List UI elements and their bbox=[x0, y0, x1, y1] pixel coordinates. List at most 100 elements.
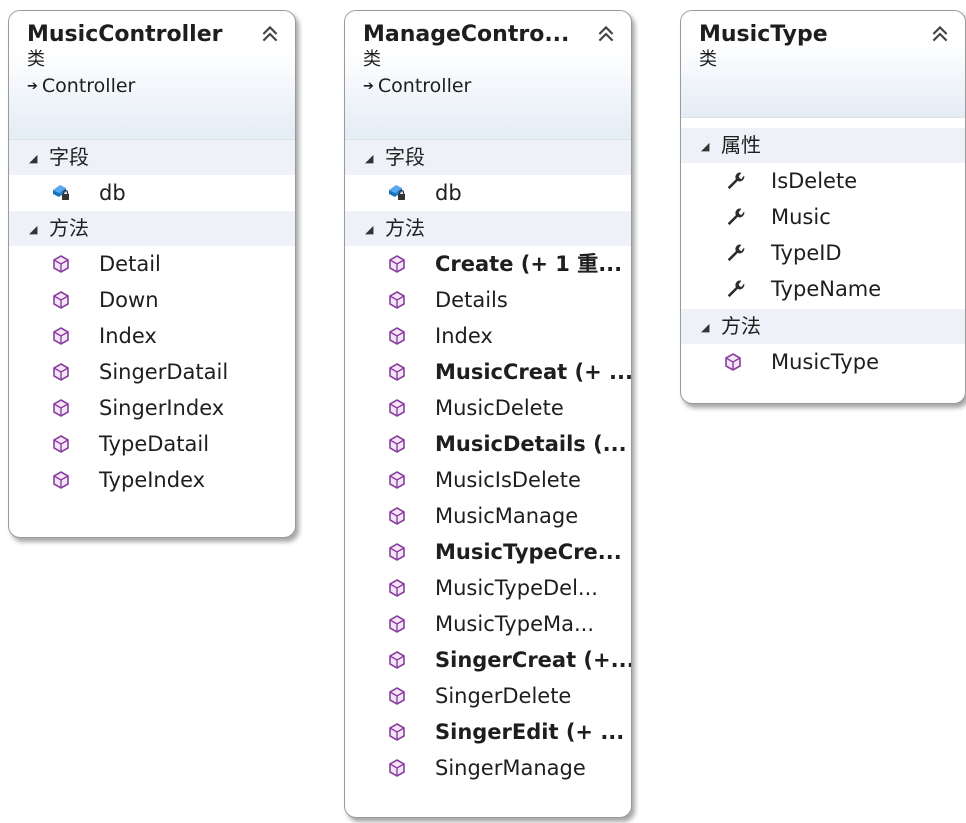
method-item[interactable]: MusicIsDelete bbox=[345, 462, 631, 498]
method-label: MusicDetails (... bbox=[435, 432, 627, 456]
method-item[interactable]: MusicCreat (+ ... bbox=[345, 354, 631, 390]
method-item[interactable]: Details bbox=[345, 282, 631, 318]
method-label: SingerEdit (+ ... bbox=[435, 720, 625, 744]
wrench-property-icon bbox=[727, 244, 745, 262]
method-item[interactable]: MusicDetails (... bbox=[345, 426, 631, 462]
method-list: Create (+ 1 重... Details Index MusicCreat (… bbox=[345, 246, 631, 786]
method-cube-icon bbox=[53, 471, 69, 489]
method-cube-icon bbox=[53, 291, 69, 309]
fields-section-header[interactable]: ◢ 字段 bbox=[9, 140, 295, 175]
property-item[interactable]: TypeID bbox=[681, 235, 965, 271]
method-cube-icon bbox=[389, 543, 405, 561]
method-cube-icon bbox=[389, 255, 405, 273]
field-item[interactable]: db bbox=[9, 175, 295, 211]
class-name: MusicController bbox=[27, 22, 223, 47]
field-item[interactable]: db bbox=[345, 175, 631, 211]
method-item[interactable]: TypeIndex bbox=[9, 462, 295, 498]
private-field-icon bbox=[53, 185, 69, 200]
method-item[interactable]: MusicType bbox=[681, 344, 965, 380]
method-item[interactable]: MusicDelete bbox=[345, 390, 631, 426]
property-label: IsDelete bbox=[771, 169, 858, 193]
method-cube-icon bbox=[389, 651, 405, 669]
method-cube-icon bbox=[53, 399, 69, 417]
inheritance-arrow-icon: ➔ bbox=[363, 79, 374, 94]
private-field-icon bbox=[389, 185, 405, 200]
expanded-triangle-icon[interactable]: ◢ bbox=[701, 129, 721, 164]
section-title: 字段 bbox=[49, 145, 89, 169]
method-label: Down bbox=[99, 288, 159, 312]
method-label: SingerDatail bbox=[99, 360, 229, 384]
method-label: Details bbox=[435, 288, 508, 312]
method-item[interactable]: Index bbox=[345, 318, 631, 354]
section-title: 方法 bbox=[721, 314, 761, 338]
property-item[interactable]: TypeName bbox=[681, 271, 965, 307]
base-class: ➔ Controller bbox=[27, 71, 295, 102]
double-chevron-up-icon[interactable] bbox=[929, 23, 951, 45]
method-item[interactable]: SingerEdit (+ ... bbox=[345, 714, 631, 750]
method-item[interactable]: SingerIndex bbox=[9, 390, 295, 426]
method-item[interactable]: SingerDelete bbox=[345, 678, 631, 714]
method-cube-icon bbox=[53, 327, 69, 345]
method-label: MusicType bbox=[771, 350, 879, 374]
method-item[interactable]: MusicTypeCre... bbox=[345, 534, 631, 570]
method-label: MusicTypeCre... bbox=[435, 540, 622, 564]
property-item[interactable]: IsDelete bbox=[681, 163, 965, 199]
method-cube-icon bbox=[389, 435, 405, 453]
method-cube-icon bbox=[389, 471, 405, 489]
class-card-musictype[interactable]: MusicType 类 ◢ 属性 IsDelete Music TypeID TypeN… bbox=[680, 10, 966, 404]
property-item[interactable]: Music bbox=[681, 199, 965, 235]
class-name: ManageContro... bbox=[363, 22, 570, 47]
method-item[interactable]: MusicTypeMa... bbox=[345, 606, 631, 642]
method-item[interactable]: SingerManage bbox=[345, 750, 631, 786]
method-cube-icon bbox=[389, 759, 405, 777]
method-cube-icon bbox=[389, 363, 405, 381]
class-kind-label: 类 bbox=[363, 49, 381, 70]
expanded-triangle-icon[interactable]: ◢ bbox=[701, 310, 721, 345]
expanded-triangle-icon[interactable]: ◢ bbox=[29, 212, 49, 247]
expanded-triangle-icon[interactable]: ◢ bbox=[29, 141, 49, 176]
methods-section-header[interactable]: ◢ 方法 bbox=[9, 211, 295, 246]
method-cube-icon bbox=[53, 435, 69, 453]
base-class-name: Controller bbox=[41, 75, 136, 97]
method-item[interactable]: TypeDatail bbox=[9, 426, 295, 462]
method-label: TypeIndex bbox=[99, 468, 206, 492]
method-item[interactable]: SingerCreat (+... bbox=[345, 642, 631, 678]
section-title: 方法 bbox=[49, 216, 89, 240]
method-item[interactable]: Create (+ 1 重... bbox=[345, 246, 631, 282]
properties-section-header[interactable]: ◢ 属性 bbox=[681, 128, 965, 163]
method-item[interactable]: MusicManage bbox=[345, 498, 631, 534]
section-title: 方法 bbox=[385, 216, 425, 240]
section-title: 字段 bbox=[385, 145, 425, 169]
method-item[interactable]: SingerDatail bbox=[9, 354, 295, 390]
method-item[interactable]: Index bbox=[9, 318, 295, 354]
method-label: MusicIsDelete bbox=[435, 468, 581, 492]
class-card-managecontroller[interactable]: ManageContro... 类 ➔ Controller ◢ 字段 db ◢ 方法… bbox=[344, 10, 632, 818]
methods-section-header[interactable]: ◢ 方法 bbox=[681, 309, 965, 344]
method-item[interactable]: Detail bbox=[9, 246, 295, 282]
method-item[interactable]: Down bbox=[9, 282, 295, 318]
method-label: Detail bbox=[99, 252, 161, 276]
fields-section-header[interactable]: ◢ 字段 bbox=[345, 140, 631, 175]
method-cube-icon bbox=[389, 327, 405, 345]
method-list: Detail Down Index SingerDatail SingerIndex Ty… bbox=[9, 246, 295, 498]
expanded-triangle-icon[interactable]: ◢ bbox=[365, 141, 385, 176]
method-item[interactable]: MusicTypeDel... bbox=[345, 570, 631, 606]
wrench-property-icon bbox=[727, 280, 745, 298]
expanded-triangle-icon[interactable]: ◢ bbox=[365, 212, 385, 247]
property-label: TypeID bbox=[771, 241, 842, 265]
class-header[interactable]: MusicController 类 ➔ Controller bbox=[9, 11, 295, 140]
property-list: IsDelete Music TypeID TypeName bbox=[681, 163, 965, 307]
double-chevron-up-icon[interactable] bbox=[259, 23, 281, 45]
double-chevron-up-icon[interactable] bbox=[595, 23, 617, 45]
method-cube-icon bbox=[389, 579, 405, 597]
class-name: MusicType bbox=[699, 22, 828, 47]
property-label: TypeName bbox=[771, 277, 882, 301]
class-card-musiccontroller[interactable]: MusicController 类 ➔ Controller ◢ 字段 db ◢ 方法… bbox=[8, 10, 296, 538]
methods-section-header[interactable]: ◢ 方法 bbox=[345, 211, 631, 246]
method-label: Index bbox=[99, 324, 157, 348]
class-header[interactable]: ManageContro... 类 ➔ Controller bbox=[345, 11, 631, 140]
class-kind-label: 类 bbox=[27, 49, 45, 70]
method-label: SingerCreat (+... bbox=[435, 648, 632, 672]
wrench-property-icon bbox=[727, 172, 745, 190]
class-header[interactable]: MusicType 类 bbox=[681, 11, 965, 118]
